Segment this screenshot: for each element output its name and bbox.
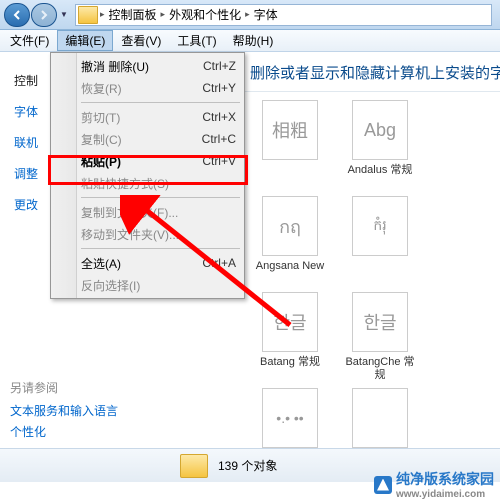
see-also-header: 另请参阅 (10, 379, 118, 396)
watermark-url: www.yidaimei.com (396, 489, 494, 500)
title-bar: ▼ ▸ 控制面板 ▸ 外观和个性化 ▸ 字体 (0, 0, 500, 30)
forward-button[interactable] (31, 3, 57, 27)
menu-copy[interactable]: 复制(C)Ctrl+C (53, 128, 242, 150)
breadcrumb-seg1[interactable]: 控制面板 (105, 6, 161, 23)
menu-file[interactable]: 文件(F) (2, 30, 57, 51)
link-text-services[interactable]: 文本服务和输入语言 (10, 402, 118, 419)
sidebar-item[interactable]: 字体 (14, 103, 46, 120)
edit-menu-dropdown: 撤消 删除(U)Ctrl+Z 恢复(R)Ctrl+Y 剪切(T)Ctrl+X 复… (50, 52, 245, 299)
sidebar-item[interactable]: 控制 (14, 72, 46, 89)
sidebar-item[interactable]: 更改 (14, 196, 46, 213)
address-bar[interactable]: ▸ 控制面板 ▸ 外观和个性化 ▸ 字体 (75, 4, 492, 26)
menu-undo[interactable]: 撤消 删除(U)Ctrl+Z (53, 55, 242, 77)
menu-separator (81, 102, 240, 103)
watermark: 纯净版系统家园 www.yidaimei.com (374, 469, 494, 500)
menu-separator (81, 248, 240, 249)
menu-separator (81, 197, 240, 198)
font-item[interactable]: 한글BatangChe 常规 (340, 292, 420, 382)
breadcrumb-seg2[interactable]: 外观和个性化 (165, 6, 245, 23)
menu-cut[interactable]: 剪切(T)Ctrl+X (53, 106, 242, 128)
font-item[interactable]: AbgAndalus 常规 (340, 100, 420, 190)
menu-select-all[interactable]: 全选(A)Ctrl+A (53, 252, 242, 274)
menu-paste[interactable]: 粘贴(P)Ctrl+V (53, 150, 242, 172)
nav-buttons (4, 3, 57, 27)
status-count: 139 个对象 (218, 457, 277, 474)
watermark-logo-icon (374, 476, 392, 494)
folder-icon (78, 6, 98, 24)
menu-edit[interactable]: 编辑(E) (57, 30, 113, 51)
menu-redo[interactable]: 恢复(R)Ctrl+Y (53, 77, 242, 99)
sidebar-item[interactable]: 调整 (14, 165, 46, 182)
menu-paste-shortcut[interactable]: 粘贴快捷方式(S) (53, 172, 242, 194)
breadcrumb-seg3[interactable]: 字体 (250, 6, 282, 23)
watermark-brand: 纯净版系统家园 (396, 469, 494, 489)
font-item[interactable]: កំរុ (340, 196, 420, 286)
menu-move-to[interactable]: 移动到文件夹(V)... (53, 223, 242, 245)
menu-help[interactable]: 帮助(H) (225, 30, 282, 51)
menu-tools[interactable]: 工具(T) (169, 30, 224, 51)
history-dropdown-icon[interactable]: ▼ (57, 3, 71, 27)
link-personalization[interactable]: 个性化 (10, 423, 118, 440)
menu-invert-selection[interactable]: 反向选择(I) (53, 274, 242, 296)
font-item[interactable]: 한글Batang 常规 (250, 292, 330, 382)
font-item[interactable]: กฤAngsana New (250, 196, 330, 286)
folder-icon (180, 454, 208, 478)
sidebar-item[interactable]: 联机 (14, 134, 46, 151)
menu-copy-to[interactable]: 复制到文件夹(F)... (53, 201, 242, 223)
see-also: 另请参阅 文本服务和输入语言 个性化 (10, 379, 118, 444)
menu-view[interactable]: 查看(V) (113, 30, 169, 51)
back-button[interactable] (4, 3, 30, 27)
font-item[interactable]: 相粗 (250, 100, 330, 190)
menu-bar: 文件(F) 编辑(E) 查看(V) 工具(T) 帮助(H) (0, 30, 500, 52)
